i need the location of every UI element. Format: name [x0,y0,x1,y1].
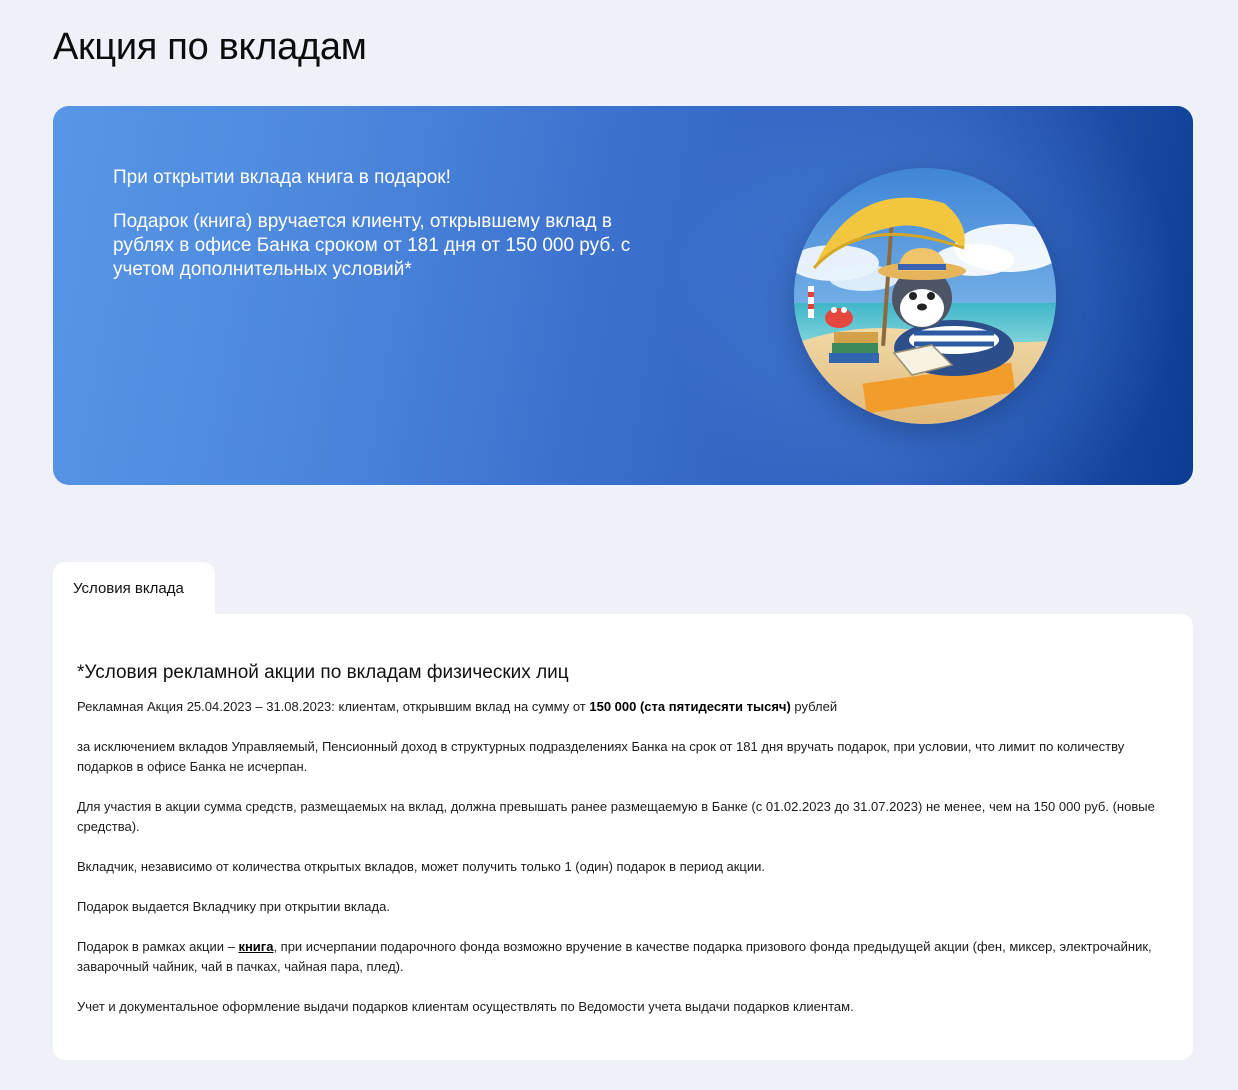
conditions-paragraph: за исключением вкладов Управляемый, Пенс… [77,739,1125,774]
conditions-paragraph: Для участия в акции сумма средств, разме… [77,799,1155,834]
conditions-paragraph: Учет и документальное оформление выдачи … [77,999,854,1014]
conditions-paragraph: Вкладчик, независимо от количества откры… [77,859,766,874]
page-title: Акция по вкладам [53,26,367,68]
conditions-text: Рекламная Акция 25.04.2023 – 31.08.2023:… [77,699,590,714]
promo-banner: При открытии вклада книга в подарок! Под… [53,106,1193,485]
conditions-title: *Условия рекламной акции по вкладам физи… [77,662,569,683]
conditions-panel: *Условия рекламной акции по вкладам физи… [53,614,1193,1060]
conditions-paragraph: Подарок выдается Вкладчику при открытии … [77,899,390,914]
gift-book-link[interactable]: книга [238,939,273,954]
tab-deposit-conditions[interactable]: Условия вклада [53,562,215,618]
banner-description: Подарок (книга) вручается клиенту, откры… [113,211,631,280]
conditions-paragraph: Рекламная Акция 25.04.2023 – 31.08.2023:… [77,697,1169,717]
deposit-amount: 150 000 (ста пятидесяти тысяч) [589,699,791,714]
banner-headline: При открытии вклада книга в подарок! [113,167,451,188]
banner-text: При открытии вклада книга в подарок! Под… [113,166,633,282]
conditions-text: рублей [790,699,838,714]
conditions-text: Подарок в рамках акции – [77,939,239,954]
conditions-paragraph: Подарок в рамках акции – книга, при исче… [77,937,1169,977]
husky-beach-illustration [794,168,1056,424]
tab-label: Условия вклада [73,580,184,597]
